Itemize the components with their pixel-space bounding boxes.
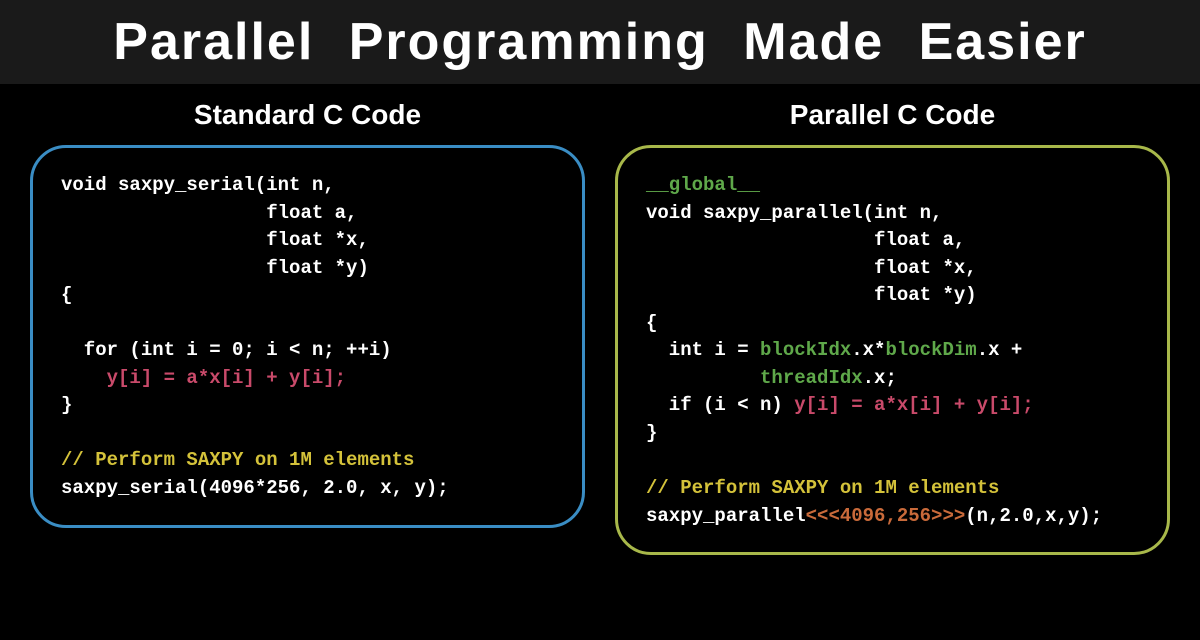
page-title: Parallel Programming Made Easier	[0, 0, 1200, 84]
code-line: for (int i = 0; i < n; ++i)	[61, 339, 392, 361]
code-line: {	[646, 312, 657, 334]
code-line: float a,	[646, 229, 965, 251]
code-line: {	[61, 284, 72, 306]
code-comment: // Perform SAXPY on 1M elements	[646, 477, 999, 499]
code-idx-prefix: int i =	[646, 339, 760, 361]
code-triple-angle: <<<4096,256>>>	[806, 505, 966, 527]
code-line: }	[61, 394, 72, 416]
code-call-suffix: (n,2.0,x,y);	[965, 505, 1102, 527]
code-columns: Standard C Code void saxpy_serial(int n,…	[0, 84, 1200, 555]
code-line: float a,	[61, 202, 357, 224]
right-column: Parallel C Code __global__ void saxpy_pa…	[615, 99, 1170, 555]
code-line: float *x,	[61, 229, 369, 251]
code-if-prefix: if (i < n)	[646, 394, 794, 416]
code-line: saxpy_serial(4096*256, 2.0, x, y);	[61, 477, 449, 499]
code-line: void saxpy_serial(int n,	[61, 174, 335, 196]
code-line: y[i] = a*x[i] + y[i];	[61, 367, 346, 389]
code-comment: // Perform SAXPY on 1M elements	[61, 449, 414, 471]
left-codebox: void saxpy_serial(int n, float a, float …	[30, 145, 585, 528]
code-text: .x;	[863, 367, 897, 389]
left-subtitle: Standard C Code	[194, 99, 421, 131]
code-text: .x +	[977, 339, 1023, 361]
code-call-prefix: saxpy_parallel	[646, 505, 806, 527]
left-column: Standard C Code void saxpy_serial(int n,…	[30, 99, 585, 555]
right-subtitle: Parallel C Code	[790, 99, 995, 131]
code-indent	[646, 367, 760, 389]
code-blockdim: blockDim	[885, 339, 976, 361]
code-line: float *x,	[646, 257, 977, 279]
code-line: __global__	[646, 174, 760, 196]
code-blockidx: blockIdx	[760, 339, 851, 361]
code-if-body: y[i] = a*x[i] + y[i];	[794, 394, 1033, 416]
right-codebox: __global__ void saxpy_parallel(int n, fl…	[615, 145, 1170, 555]
code-line: void saxpy_parallel(int n,	[646, 202, 942, 224]
code-line: float *y)	[61, 257, 369, 279]
code-line: float *y)	[646, 284, 977, 306]
code-line: }	[646, 422, 657, 444]
code-text: .x*	[851, 339, 885, 361]
code-threadidx: threadIdx	[760, 367, 863, 389]
